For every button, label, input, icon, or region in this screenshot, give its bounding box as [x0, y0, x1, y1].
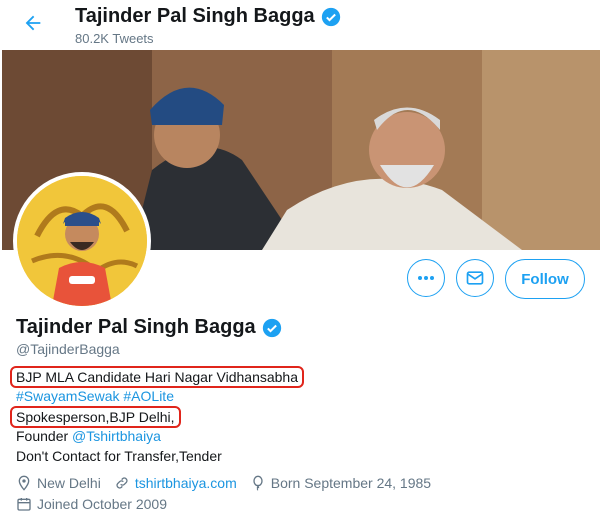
website: tshirtbhaiya.com — [114, 475, 237, 491]
bio-line-highlighted: Spokesperson,BJP Delhi, — [10, 406, 181, 428]
location: New Delhi — [16, 475, 101, 491]
link-icon — [116, 476, 128, 489]
bio-line-highlighted: BJP MLA Candidate Hari Nagar Vidhansabha — [10, 366, 304, 388]
bio-text: Don't Contact for Transfer,Tender — [16, 448, 222, 464]
header-name: Tajinder Pal Singh Bagga — [75, 5, 315, 27]
message-button[interactable] — [456, 259, 494, 297]
location-text: New Delhi — [37, 474, 101, 491]
website-link[interactable]: tshirtbhaiya.com — [135, 475, 237, 491]
mention-link[interactable]: @Tshirtbhaiya — [72, 428, 161, 444]
bio-text: Founder — [16, 428, 69, 444]
arrow-left-icon — [25, 15, 41, 31]
balloon-icon — [253, 475, 263, 491]
mail-icon — [466, 271, 484, 285]
location-pin-icon — [18, 475, 30, 491]
follow-button[interactable]: Follow — [505, 259, 585, 299]
profile-meta: New Delhi tshirtbhaiya.com Born Septembe… — [16, 472, 596, 514]
birthday-text: Born September 24, 1985 — [270, 474, 432, 491]
joined: Joined October 2009 — [16, 496, 167, 512]
tweet-count: 80.2K Tweets — [75, 31, 154, 46]
profile-handle: @TajinderBagga — [16, 341, 120, 357]
avatar[interactable] — [13, 172, 151, 310]
joined-text: Joined October 2009 — [37, 495, 167, 512]
birthday: Born September 24, 1985 — [250, 475, 431, 491]
verified-badge-icon — [262, 318, 281, 337]
calendar-icon — [17, 497, 31, 511]
header-title: Tajinder Pal Singh Bagga — [75, 5, 341, 28]
profile-bio: BJP MLA Candidate Hari Nagar Vidhansabha… — [10, 366, 576, 466]
back-button[interactable] — [18, 8, 48, 38]
hashtag-link[interactable]: #SwayamSewak — [16, 388, 120, 404]
profile-name-text: Tajinder Pal Singh Bagga — [16, 316, 256, 338]
verified-badge-icon — [321, 7, 340, 26]
profile-header-bar: Tajinder Pal Singh Bagga 80.2K Tweets — [0, 0, 602, 50]
more-dots-icon — [418, 276, 434, 280]
hashtag-link[interactable]: #AOLite — [123, 388, 174, 404]
avatar-image — [17, 176, 147, 306]
more-button[interactable] — [407, 259, 445, 297]
profile-name: Tajinder Pal Singh Bagga — [16, 316, 282, 339]
